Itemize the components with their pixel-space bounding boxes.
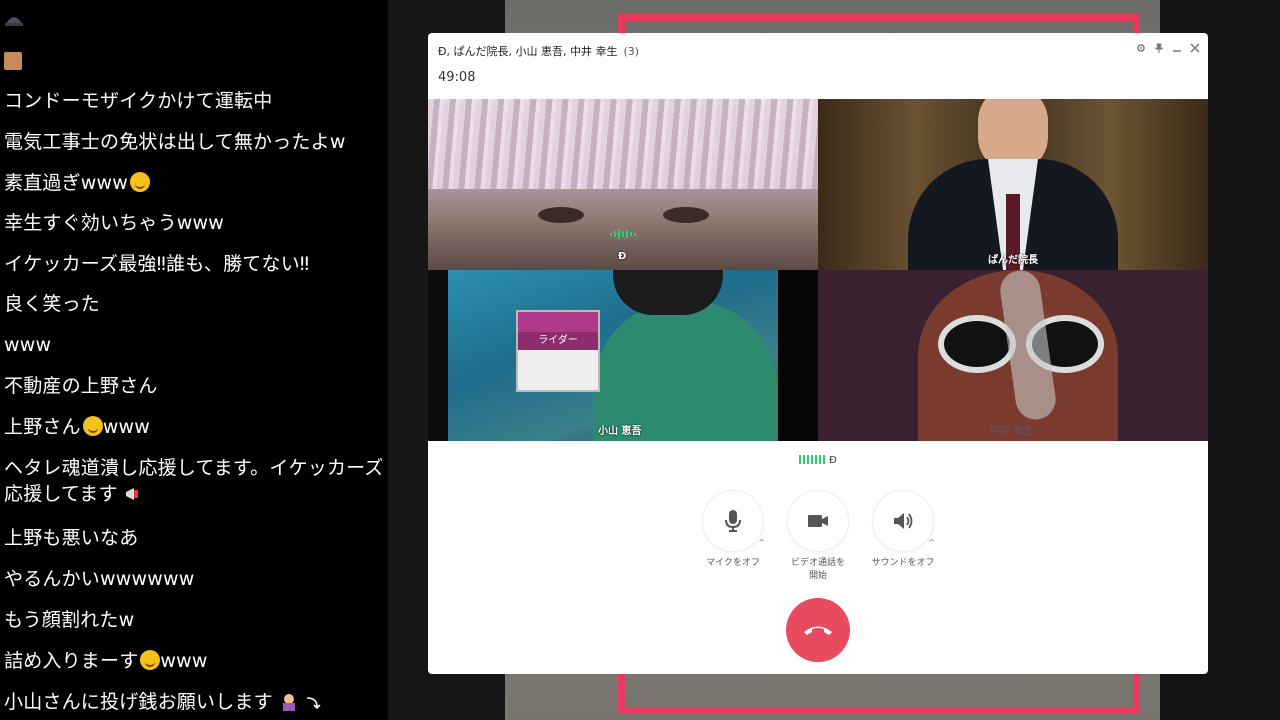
chat-message: ヘタレ魂道潰し応援してます。イケッカーズ応援してます [4, 457, 384, 505]
chat-message: 上野も悪いなあ [4, 527, 139, 549]
title-bar[interactable]: Đ, ぱんだ院長, 小山 恵吾, 中井 幸生 (3) [428, 33, 1208, 67]
settings-icon[interactable] [1136, 41, 1146, 55]
participant-count: (3) [623, 45, 640, 58]
video-label-line: 開始 [808, 571, 827, 581]
video-feed-detail [663, 207, 709, 223]
chat-message: www [4, 334, 52, 356]
hangup-button[interactable] [786, 598, 850, 662]
video-grid: Đ ぱんだ院長 ライダー 小山 恵吾 中井 幸生 [428, 99, 1208, 441]
badge-text: ライダー [518, 332, 598, 350]
participants-list: Đ, ぱんだ院長, 小山 恵吾, 中井 幸生 [438, 45, 618, 58]
chat-message: 不動産の上野さん [4, 375, 158, 397]
voice-activity-icon [799, 455, 826, 464]
video-button[interactable] [788, 491, 848, 551]
mic-button[interactable]: ^ [703, 491, 765, 551]
participant-name: ぱんだ院長 [988, 255, 1038, 266]
participant-name: 中井 幸生 [990, 426, 1034, 437]
chat-message: 小山さんに投げ銭お願いします [4, 689, 321, 715]
chat-message: 素直過ぎwww [4, 170, 151, 196]
rofl-emoji-icon [130, 172, 151, 192]
speaker-icon [894, 513, 913, 529]
chevron-up-icon[interactable]: ^ [928, 538, 935, 547]
mic-control: ^ マイクをオフ [701, 491, 765, 570]
chat-message: 詰め入りまーす www [4, 650, 208, 672]
chat-message: コンドーモザイクかけて運転中 [4, 90, 273, 112]
chat-message: やるんかいwwwwww [4, 568, 195, 590]
sound-control: ^ サウンドをオフ [871, 491, 935, 570]
chevron-up-icon[interactable]: ^ [758, 538, 765, 547]
user-avatar [4, 52, 22, 70]
video-label-line: ビデオ通話を [790, 558, 845, 568]
call-timer: 49:08 [438, 70, 476, 85]
rofl-emoji-icon [140, 650, 161, 670]
mic-icon [725, 510, 741, 532]
pray-emoji-icon [283, 694, 296, 711]
letterbox-bar [778, 270, 818, 441]
speaking-indicator-icon [610, 229, 636, 239]
call-window: Đ, ぱんだ院長, 小山 恵吾, 中井 幸生 (3) 49:08 Đ ぱんだ院長 [428, 33, 1208, 674]
chat-message: 電気工事士の免状は出して無かったよw [4, 131, 346, 153]
chat-message: 上野さん www [4, 416, 151, 438]
call-title: Đ, ぱんだ院長, 小山 恵吾, 中井 幸生 (3) [438, 43, 639, 59]
video-icon [808, 515, 828, 527]
video-feed [428, 99, 818, 189]
close-icon[interactable] [1190, 41, 1200, 55]
speaking-name: Đ [829, 455, 837, 466]
video-tile[interactable]: ぱんだ院長 [818, 99, 1208, 270]
rofl-emoji-icon [82, 416, 103, 436]
minimize-icon[interactable] [1172, 41, 1182, 55]
participant-name: 小山 恵吾 [598, 426, 642, 437]
video-label: ビデオ通話を 開始 [786, 557, 850, 583]
chat-message: もう顔割れたw [4, 609, 135, 631]
mic-label: マイクをオフ [706, 558, 760, 568]
megaphone-icon [125, 488, 138, 500]
participant-name: Đ [618, 251, 627, 262]
chat-message: 幸生すぐ効いちゃうwww [4, 212, 225, 234]
user-hat-icon [5, 17, 23, 26]
video-feed-detail [538, 207, 584, 223]
video-tile[interactable]: Đ [428, 99, 818, 270]
video-tile[interactable]: 中井 幸生 [818, 270, 1208, 441]
arrow-down-icon [307, 697, 321, 710]
id-badge: ライダー [516, 310, 600, 392]
video-tile[interactable]: ライダー 小山 恵吾 [428, 270, 818, 441]
chat-panel: コンドーモザイクかけて運転中 電気工事士の免状は出して無かったよw 素直過ぎww… [0, 0, 388, 720]
chat-message: イケッカーズ最強‼誰も、勝てない‼ [4, 253, 310, 275]
speaking-status: Đ [428, 455, 1208, 466]
sound-label: サウンドをオフ [871, 558, 935, 568]
pin-icon[interactable] [1154, 41, 1164, 55]
chat-message: 良く笑った [4, 293, 101, 315]
video-control: ビデオ通話を 開始 [786, 491, 850, 583]
sound-button[interactable]: ^ [873, 491, 935, 551]
hangup-icon [804, 626, 832, 635]
